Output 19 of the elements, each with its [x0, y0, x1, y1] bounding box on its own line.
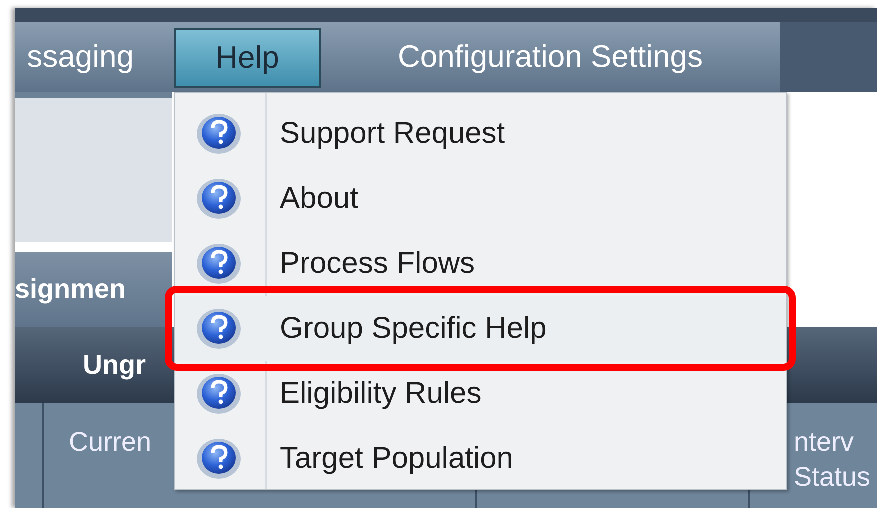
column-header: nterv Status — [794, 426, 872, 494]
column-header: Curren — [69, 427, 152, 457]
menu-item[interactable]: ssaging — [15, 22, 174, 92]
menu-item[interactable]: Group Specific Help — [175, 296, 786, 361]
help-icon — [195, 112, 243, 156]
menu-item[interactable]: Configuration Settings — [321, 22, 780, 92]
help-icon — [195, 176, 243, 220]
menu-item[interactable]: Target Population — [175, 426, 786, 491]
menu-item[interactable]: Process Flows — [175, 231, 786, 296]
menu-item[interactable]: Support Request — [175, 101, 786, 166]
menu-item[interactable]: Eligibility Rules — [175, 361, 786, 426]
menu-item[interactable]: Help — [174, 28, 321, 88]
section-title: Ungr — [83, 348, 146, 382]
help-icon — [195, 436, 243, 480]
help-icon — [195, 242, 243, 286]
menu-item[interactable]: About — [175, 166, 786, 231]
tab[interactable]: signmen — [15, 252, 172, 327]
help-icon — [195, 306, 243, 350]
help-icon — [195, 372, 243, 416]
